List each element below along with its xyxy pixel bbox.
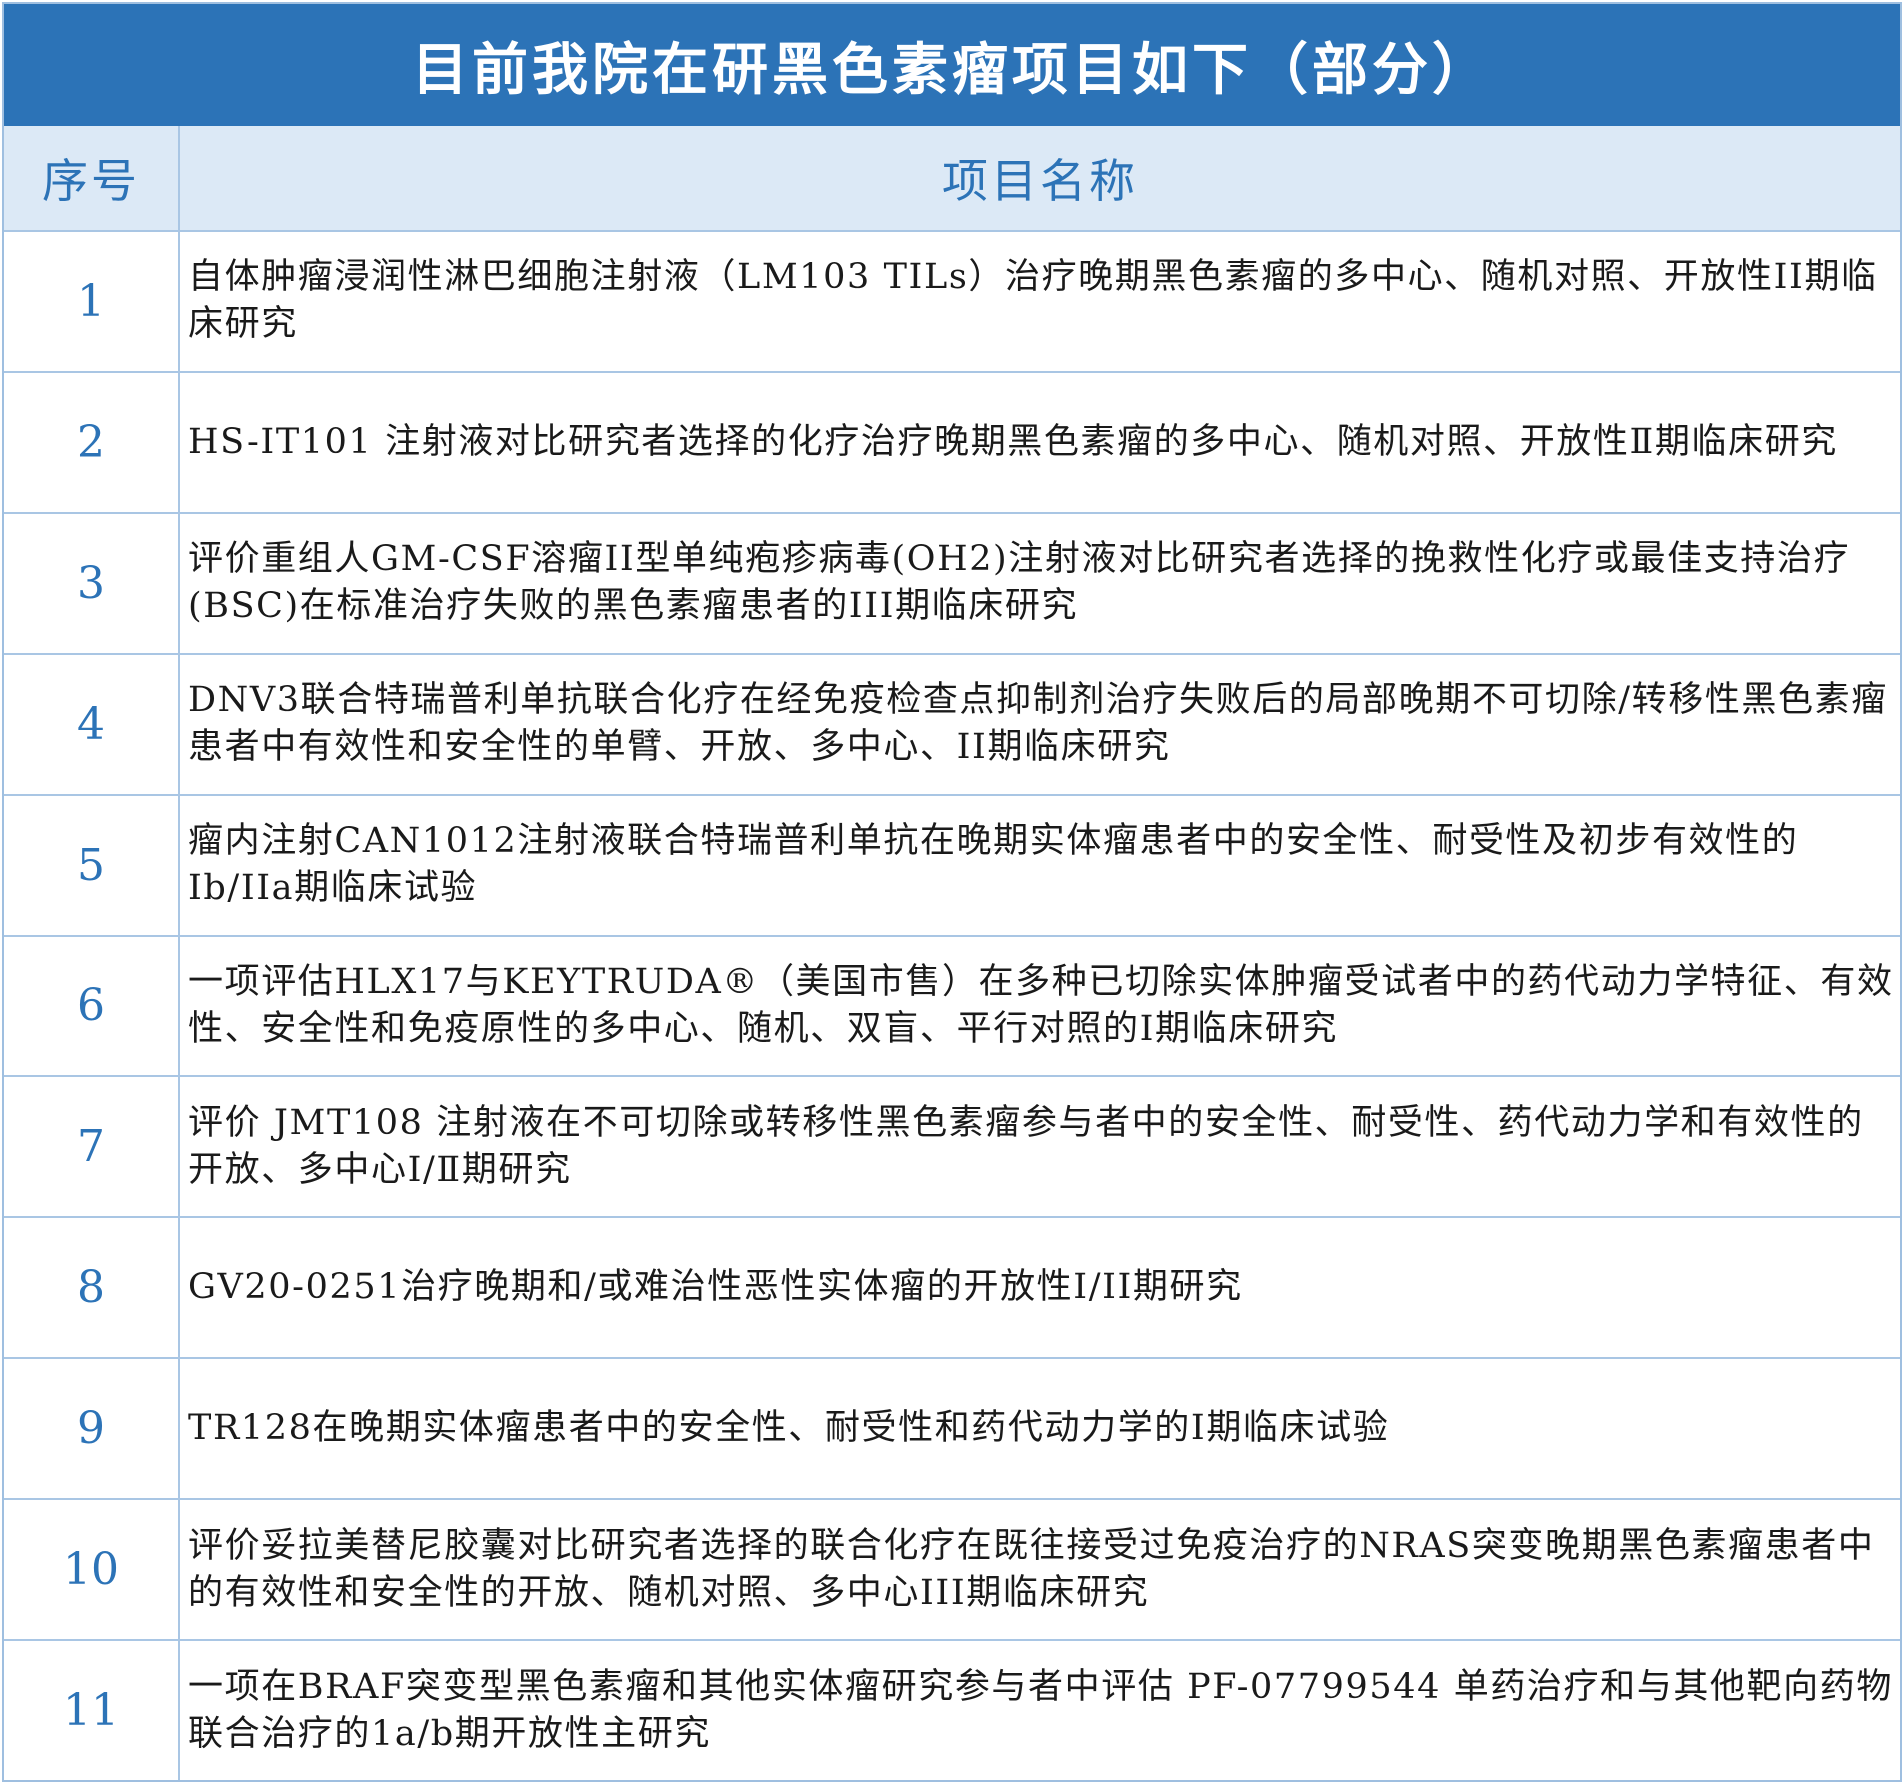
row-index: 8 xyxy=(4,1218,180,1358)
row-project-name: TR128在晚期实体瘤患者中的安全性、耐受性和药代动力学的Ⅰ期临床试验 xyxy=(188,1408,1390,1449)
row-index: 1 xyxy=(4,232,180,371)
row-project-name: 自体肿瘤浸润性淋巴细胞注射液（LM103 TILs）治疗晚期黑色素瘤的多中心、随… xyxy=(188,257,1878,345)
table-row: 10 评价妥拉美替尼胶囊对比研究者选择的联合化疗在既往接受过免疫治疗的NRAS突… xyxy=(4,1500,1900,1642)
table-row: 9 TR128在晚期实体瘤患者中的安全性、耐受性和药代动力学的Ⅰ期临床试验 xyxy=(4,1359,1900,1501)
header-name-label: 项目名称 xyxy=(942,154,1138,208)
row-project-name: HS-IT101 注射液对比研究者选择的化疗治疗晚期黑色素瘤的多中心、随机对照、… xyxy=(188,421,1838,462)
table-row: 7 评价 JMT108 注射液在不可切除或转移性黑色素瘤参与者中的安全性、耐受性… xyxy=(4,1077,1900,1219)
table-row: 6 一项评估HLX17与KEYTRUDA®（美国市售）在多种已切除实体肿瘤受试者… xyxy=(4,936,1900,1078)
table-title: 目前我院在研黑色素瘤项目如下（部分） xyxy=(4,4,1900,126)
row-project-name: DNV3联合特瑞普利单抗联合化疗在经免疫检查点抑制剂治疗失败后的局部晚期不可切除… xyxy=(188,680,1888,768)
row-index: 5 xyxy=(4,795,180,935)
project-table: 目前我院在研黑色素瘤项目如下（部分） 序号 项目名称 1 自体肿瘤浸润性淋巴细胞… xyxy=(2,2,1902,1782)
table-body: 1 自体肿瘤浸润性淋巴细胞注射液（LM103 TILs）治疗晚期黑色素瘤的多中心… xyxy=(4,232,1900,1780)
table-row: 8 GV20-0251治疗晚期和/或难治性恶性实体瘤的开放性I/II期研究 xyxy=(4,1218,1900,1360)
header-index-label: 序号 xyxy=(4,126,180,230)
row-index: 2 xyxy=(4,372,180,512)
row-index: 7 xyxy=(4,1077,180,1217)
row-project-name: GV20-0251治疗晚期和/或难治性恶性实体瘤的开放性I/II期研究 xyxy=(188,1267,1243,1308)
table-row: 3 评价重组人GM-CSF溶瘤II型单纯疱疹病毒(OH2)注射液对比研究者选择的… xyxy=(4,513,1900,655)
row-project-name: 评价重组人GM-CSF溶瘤II型单纯疱疹病毒(OH2)注射液对比研究者选择的挽救… xyxy=(188,539,1851,627)
row-project-name: 瘤内注射CAN1012注射液联合特瑞普利单抗在晚期实体瘤患者中的安全性、耐受性及… xyxy=(188,821,1799,909)
table-row: 4 DNV3联合特瑞普利单抗联合化疗在经免疫检查点抑制剂治疗失败后的局部晚期不可… xyxy=(4,654,1900,796)
row-index: 3 xyxy=(4,513,180,653)
row-index: 6 xyxy=(4,936,180,1076)
table-row: 5 瘤内注射CAN1012注射液联合特瑞普利单抗在晚期实体瘤患者中的安全性、耐受… xyxy=(4,795,1900,937)
table-row: 1 自体肿瘤浸润性淋巴细胞注射液（LM103 TILs）治疗晚期黑色素瘤的多中心… xyxy=(4,232,1900,373)
row-index: 11 xyxy=(4,1641,180,1780)
row-project-name: 一项在BRAF突变型黑色素瘤和其他实体瘤研究参与者中评估 PF-07799544… xyxy=(188,1666,1893,1754)
row-index: 10 xyxy=(4,1500,180,1640)
row-project-name: 评价 JMT108 注射液在不可切除或转移性黑色素瘤参与者中的安全性、耐受性、药… xyxy=(188,1102,1864,1190)
row-index: 4 xyxy=(4,654,180,794)
table-row: 11 一项在BRAF突变型黑色素瘤和其他实体瘤研究参与者中评估 PF-07799… xyxy=(4,1641,1900,1780)
row-project-name: 评价妥拉美替尼胶囊对比研究者选择的联合化疗在既往接受过免疫治疗的NRAS突变晚期… xyxy=(188,1525,1875,1613)
table-row: 2 HS-IT101 注射液对比研究者选择的化疗治疗晚期黑色素瘤的多中心、随机对… xyxy=(4,372,1900,514)
table-header-row: 序号 项目名称 xyxy=(4,126,1900,232)
row-index: 9 xyxy=(4,1359,180,1499)
row-project-name: 一项评估HLX17与KEYTRUDA®（美国市售）在多种已切除实体肿瘤受试者中的… xyxy=(188,961,1894,1049)
